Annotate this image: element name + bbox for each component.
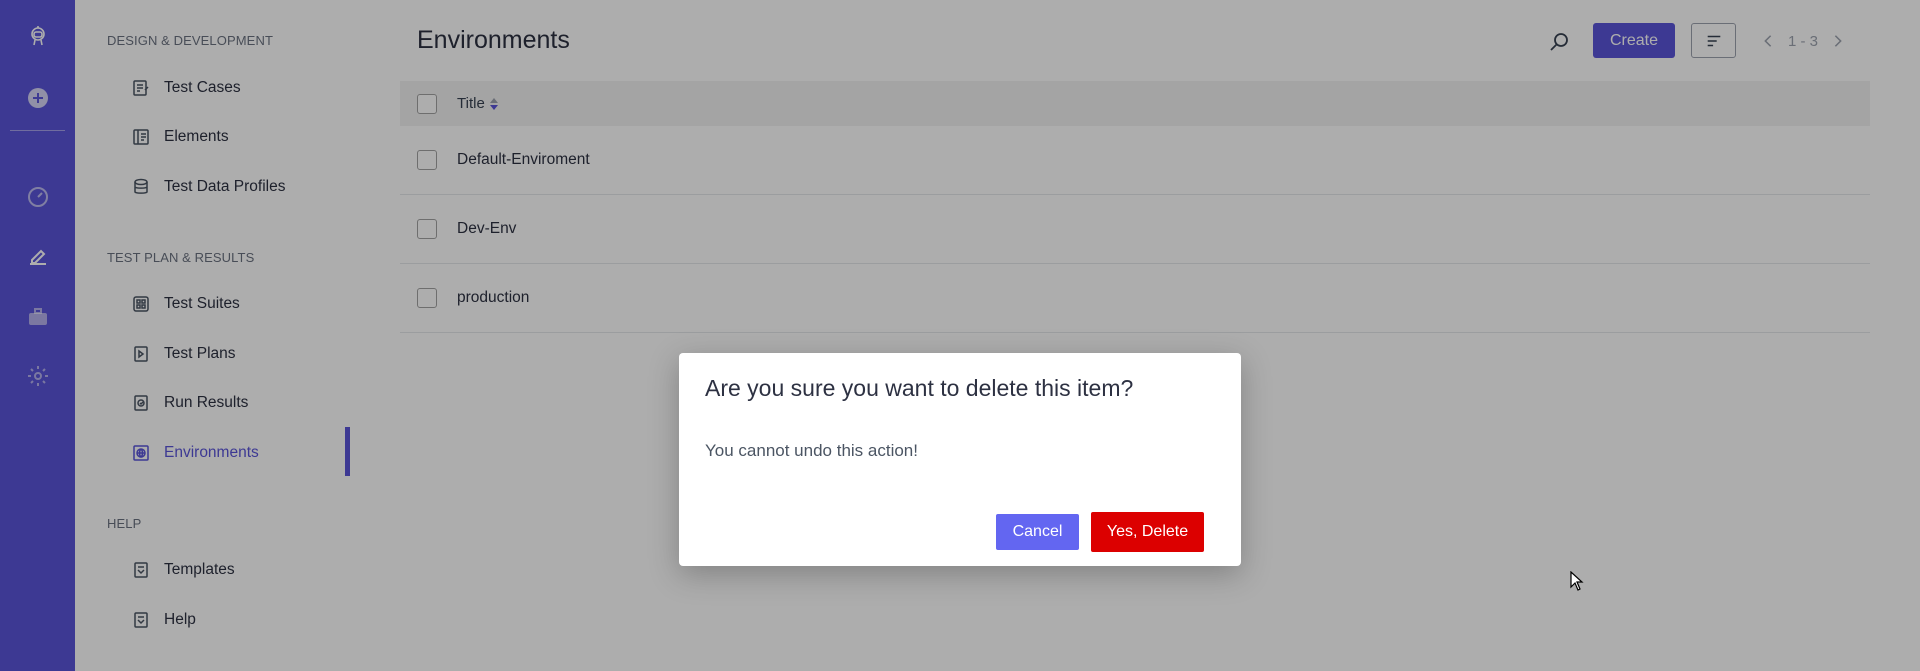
confirm-delete-button[interactable]: Yes, Delete bbox=[1091, 512, 1204, 552]
dialog-title: Are you sure you want to delete this ite… bbox=[705, 375, 1134, 401]
modal-backdrop[interactable] bbox=[0, 0, 1920, 671]
cancel-button[interactable]: Cancel bbox=[996, 514, 1079, 550]
dialog-message: You cannot undo this action! bbox=[705, 441, 918, 460]
mouse-cursor-icon bbox=[1570, 571, 1584, 591]
delete-confirm-dialog: Are you sure you want to delete this ite… bbox=[679, 353, 1241, 566]
